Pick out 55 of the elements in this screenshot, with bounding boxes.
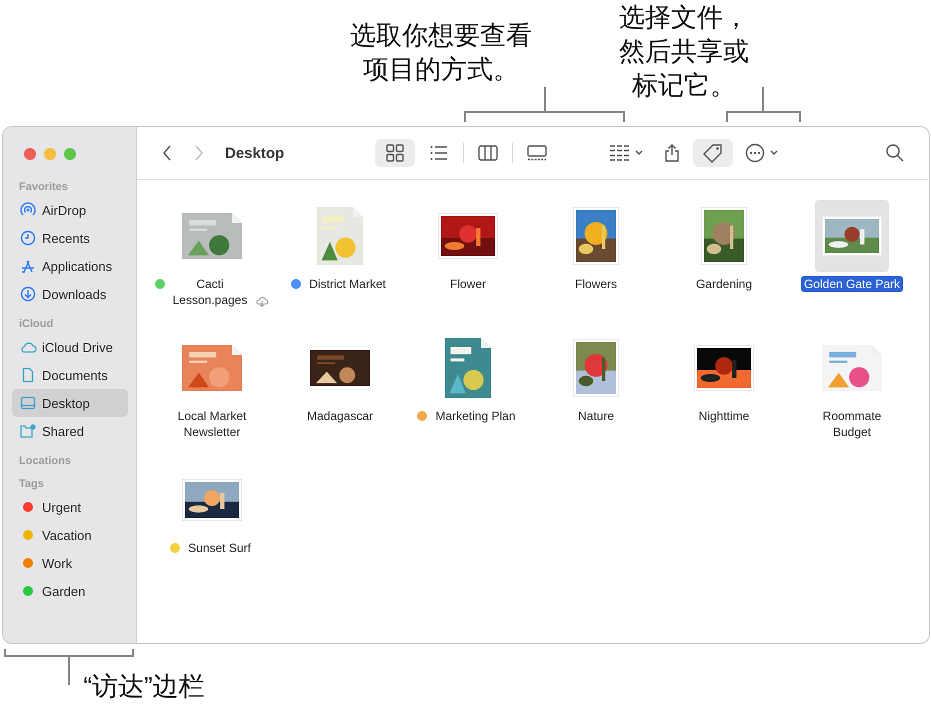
callout-text: “访达”边栏 [83, 670, 205, 703]
section-heading: Locations [18, 454, 72, 468]
tag-button[interactable] [692, 139, 733, 167]
file-name[interactable]: Cacti Lesson.pages [170, 276, 250, 308]
download-icon [19, 285, 37, 303]
shared-folder-icon [19, 422, 37, 440]
callout-text: 选取你想要查看 [350, 19, 532, 52]
callout-text: 选择文件， [619, 1, 749, 34]
sidebar-item[interactable]: Recents [12, 224, 128, 252]
file-name[interactable]: Marketing Plan [432, 408, 519, 424]
file-name[interactable]: Nighttime [696, 408, 752, 424]
file-name[interactable]: District Market [306, 276, 389, 292]
callout-text: 标记它。 [632, 69, 736, 102]
cloud-download-icon[interactable] [255, 295, 270, 307]
icon-view-button[interactable] [374, 139, 415, 167]
file-name[interactable]: Local Market Newsletter [174, 408, 250, 440]
file-name[interactable]: Sunset Surf [185, 540, 254, 556]
chevron-left-icon [161, 143, 173, 163]
file-name[interactable]: Madagascar [304, 408, 376, 424]
window-title: Desktop [225, 144, 284, 162]
list-icon [428, 143, 449, 163]
desktop-icon [19, 394, 37, 412]
columns-icon [478, 143, 498, 163]
sidebar-item[interactable]: Vacation [12, 521, 128, 549]
file-name[interactable]: Flower [446, 276, 489, 292]
sidebar-item[interactable]: Applications [12, 252, 128, 280]
more-icon [744, 143, 779, 163]
section-heading: iCloud [18, 317, 54, 331]
file-name[interactable]: Roommate Budget [820, 408, 884, 440]
sidebar-item[interactable]: Documents [12, 361, 128, 389]
share-icon [662, 143, 681, 163]
close-button[interactable] [24, 148, 36, 160]
file-name[interactable]: Nature [574, 408, 618, 424]
sidebar-item[interactable]: AirDrop [12, 196, 128, 224]
section-heading: Favorites [18, 180, 69, 194]
sidebar-item[interactable]: Downloads [12, 280, 128, 308]
search-icon [885, 143, 905, 163]
chevron-right-icon [193, 143, 205, 163]
section-heading: Tags [18, 477, 45, 491]
gallery-icon [526, 143, 547, 163]
file-name[interactable]: Flowers [572, 276, 620, 292]
clock-icon [19, 229, 37, 247]
sidebar-item[interactable]: Work [12, 549, 128, 577]
sidebar-item[interactable]: Shared [12, 417, 128, 445]
sidebar-item[interactable]: Desktop [12, 389, 128, 417]
group-icon [608, 143, 643, 163]
file-name[interactable]: Golden Gate Park [800, 276, 904, 292]
sidebar-item[interactable]: Garden [12, 577, 128, 605]
tag-icon [702, 143, 723, 163]
callout-text: 然后共享或 [619, 35, 749, 68]
grid-icon [384, 143, 405, 163]
sidebar-item[interactable]: Urgent [12, 493, 128, 521]
callout-text: 项目的方式。 [363, 53, 519, 86]
file-name[interactable]: Gardening [692, 276, 756, 292]
sidebar-item[interactable]: iCloud Drive [12, 333, 128, 361]
